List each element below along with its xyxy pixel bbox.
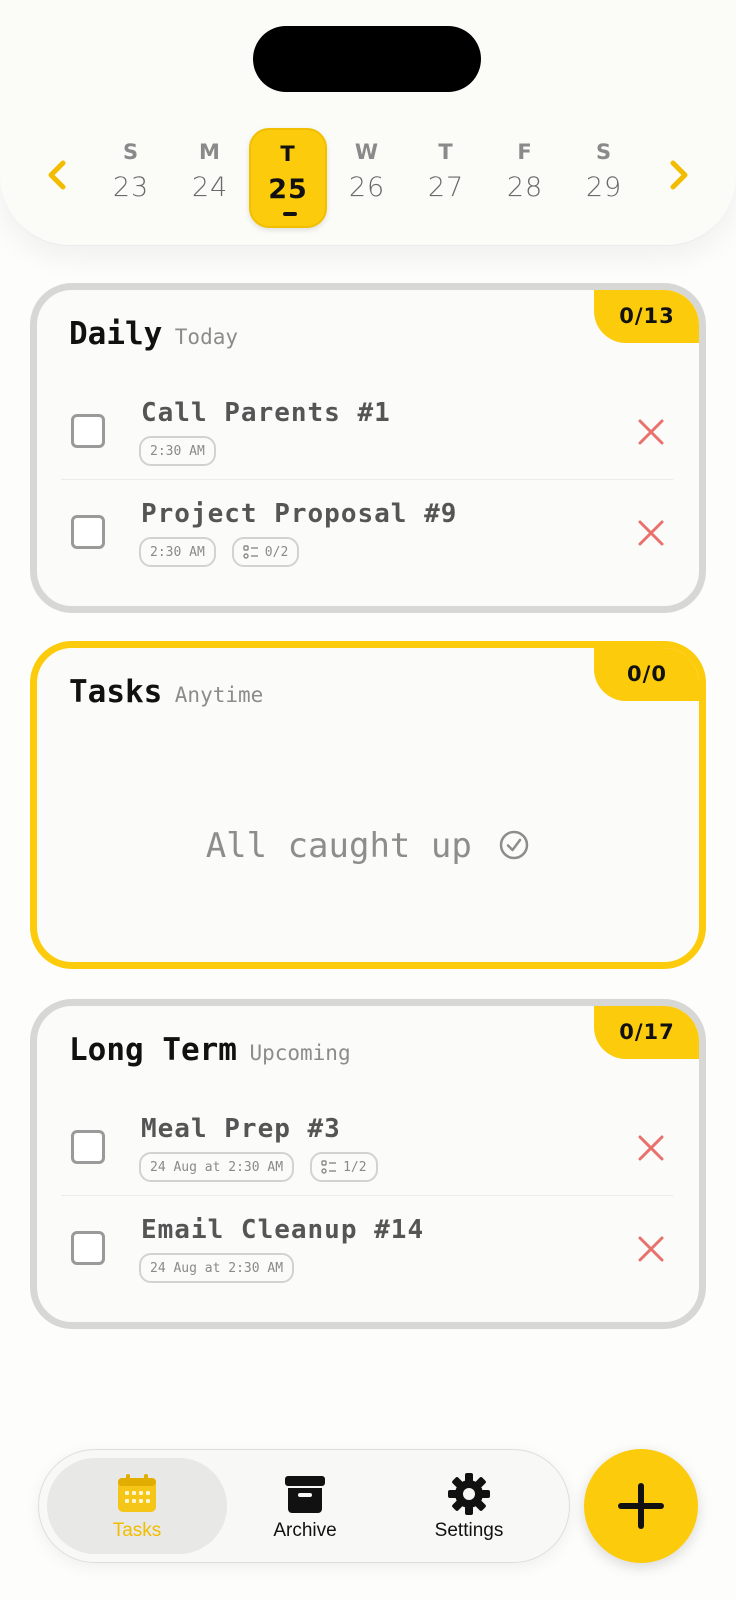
day-sunday[interactable]: S 23 [92, 128, 170, 228]
task-chips: 24 Aug at 2:30 AM [139, 1253, 295, 1283]
task-row[interactable]: Email Cleanup #14 24 Aug at 2:30 AM [61, 1205, 673, 1297]
card-subtitle: Upcoming [249, 1041, 351, 1065]
day-number: 25 [268, 174, 308, 205]
day-wednesday[interactable]: W 26 [328, 128, 406, 228]
task-title: Call Parents #1 [141, 398, 391, 428]
day-of-week: M [199, 140, 221, 164]
close-icon [638, 520, 664, 546]
date-chip-label: 24 Aug at 2:30 AM [150, 1260, 284, 1276]
task-row[interactable]: Meal Prep #3 24 Aug at 2:30 AM 1/2 [61, 1104, 673, 1196]
daily-count-badge: 0/13 [594, 290, 699, 343]
day-of-week: T [280, 142, 296, 166]
day-number: 26 [348, 172, 386, 203]
today-indicator [283, 212, 297, 216]
delete-task-button[interactable] [629, 410, 673, 454]
card-subtitle: Today [174, 325, 238, 349]
date-chip: 24 Aug at 2:30 AM [139, 1253, 295, 1283]
task-title: Meal Prep #3 [141, 1114, 341, 1144]
task-chips: 2:30 AM [139, 436, 216, 466]
next-week-button[interactable] [654, 130, 704, 220]
tab-label: Settings [434, 1520, 504, 1541]
chevron-left-icon [48, 160, 66, 190]
day-number: 29 [585, 172, 623, 203]
check-circle-icon [500, 830, 529, 860]
tab-archive[interactable]: Archive [215, 1458, 395, 1554]
card-title: Long Term [69, 1032, 237, 1068]
day-number: 28 [506, 172, 544, 203]
card-header: Long Term Upcoming [69, 1032, 351, 1068]
card-title: Tasks [69, 674, 163, 710]
long-term-card: 0/17 Long Term Upcoming Meal Prep #3 24 … [30, 999, 706, 1329]
task-chips: 24 Aug at 2:30 AM 1/2 [139, 1152, 378, 1182]
plus-icon [618, 1483, 664, 1529]
close-icon [638, 1135, 664, 1161]
subtask-count: 0/2 [264, 544, 289, 560]
close-icon [638, 419, 664, 445]
task-checkbox[interactable] [71, 414, 105, 448]
tab-label: Archive [273, 1520, 337, 1541]
archive-box-icon [285, 1476, 325, 1513]
task-checkbox[interactable] [71, 515, 105, 549]
day-of-week: W [354, 140, 380, 164]
previous-week-button[interactable] [32, 130, 82, 220]
anytime-count-badge: 0/0 [594, 648, 699, 701]
day-of-week: S [595, 140, 613, 164]
daily-card: 0/13 Daily Today Call Parents #1 2:30 AM… [30, 283, 706, 613]
date-chip-label: 24 Aug at 2:30 AM [150, 1159, 284, 1175]
checklist-icon [243, 545, 258, 559]
delete-task-button[interactable] [629, 1126, 673, 1170]
card-header: Daily Today [69, 316, 238, 352]
chevron-right-icon [670, 160, 688, 190]
day-thursday[interactable]: T 27 [407, 128, 485, 228]
subtask-chip: 1/2 [310, 1152, 378, 1182]
week-header: S 23 M 24 T 25 W 26 T 27 F 28 S 29 [0, 0, 736, 246]
calendar-icon [118, 1474, 156, 1512]
day-of-week: S [122, 140, 140, 164]
gear-icon [448, 1473, 490, 1515]
tab-tasks[interactable]: Tasks [47, 1458, 227, 1554]
time-chip: 2:30 AM [139, 537, 216, 567]
time-chip-label: 2:30 AM [150, 544, 205, 560]
close-icon [638, 1236, 664, 1262]
card-title: Daily [69, 316, 163, 352]
subtask-chip: 0/2 [231, 537, 300, 567]
task-checkbox[interactable] [71, 1231, 105, 1265]
dynamic-island [253, 26, 481, 92]
subtask-count: 1/2 [343, 1159, 367, 1175]
task-title: Email Cleanup #14 [141, 1215, 425, 1245]
day-number: 27 [427, 172, 465, 203]
day-friday[interactable]: F 28 [486, 128, 564, 228]
anytime-card: 0/0 Tasks Anytime All caught up [30, 641, 706, 969]
day-tuesday-selected[interactable]: T 25 [249, 128, 327, 228]
add-task-button[interactable] [584, 1449, 698, 1563]
checklist-icon [321, 1160, 337, 1174]
task-row[interactable]: Call Parents #1 2:30 AM [61, 388, 673, 480]
day-number: 23 [112, 172, 150, 203]
task-chips: 2:30 AM 0/2 [139, 537, 300, 567]
day-monday[interactable]: M 24 [171, 128, 249, 228]
day-of-week: F [517, 140, 533, 164]
task-title: Project Proposal #9 [141, 499, 458, 529]
tab-label: Tasks [112, 1520, 162, 1541]
date-chip: 24 Aug at 2:30 AM [139, 1152, 295, 1182]
delete-task-button[interactable] [629, 1227, 673, 1271]
card-subtitle: Anytime [174, 683, 264, 707]
day-number: 24 [191, 172, 229, 203]
time-chip-label: 2:30 AM [150, 443, 205, 459]
empty-state-text: All caught up [205, 826, 472, 866]
empty-state: All caught up [37, 826, 699, 866]
task-row[interactable]: Project Proposal #9 2:30 AM 0/2 [61, 489, 673, 581]
day-saturday[interactable]: S 29 [565, 128, 643, 228]
delete-task-button[interactable] [629, 511, 673, 555]
tab-bar: Tasks Archive Settings [38, 1449, 570, 1563]
task-checkbox[interactable] [71, 1130, 105, 1164]
day-of-week: T [438, 140, 454, 164]
card-header: Tasks Anytime [69, 674, 263, 710]
long-term-count-badge: 0/17 [594, 1006, 699, 1059]
time-chip: 2:30 AM [139, 436, 216, 466]
tab-settings[interactable]: Settings [379, 1458, 559, 1554]
